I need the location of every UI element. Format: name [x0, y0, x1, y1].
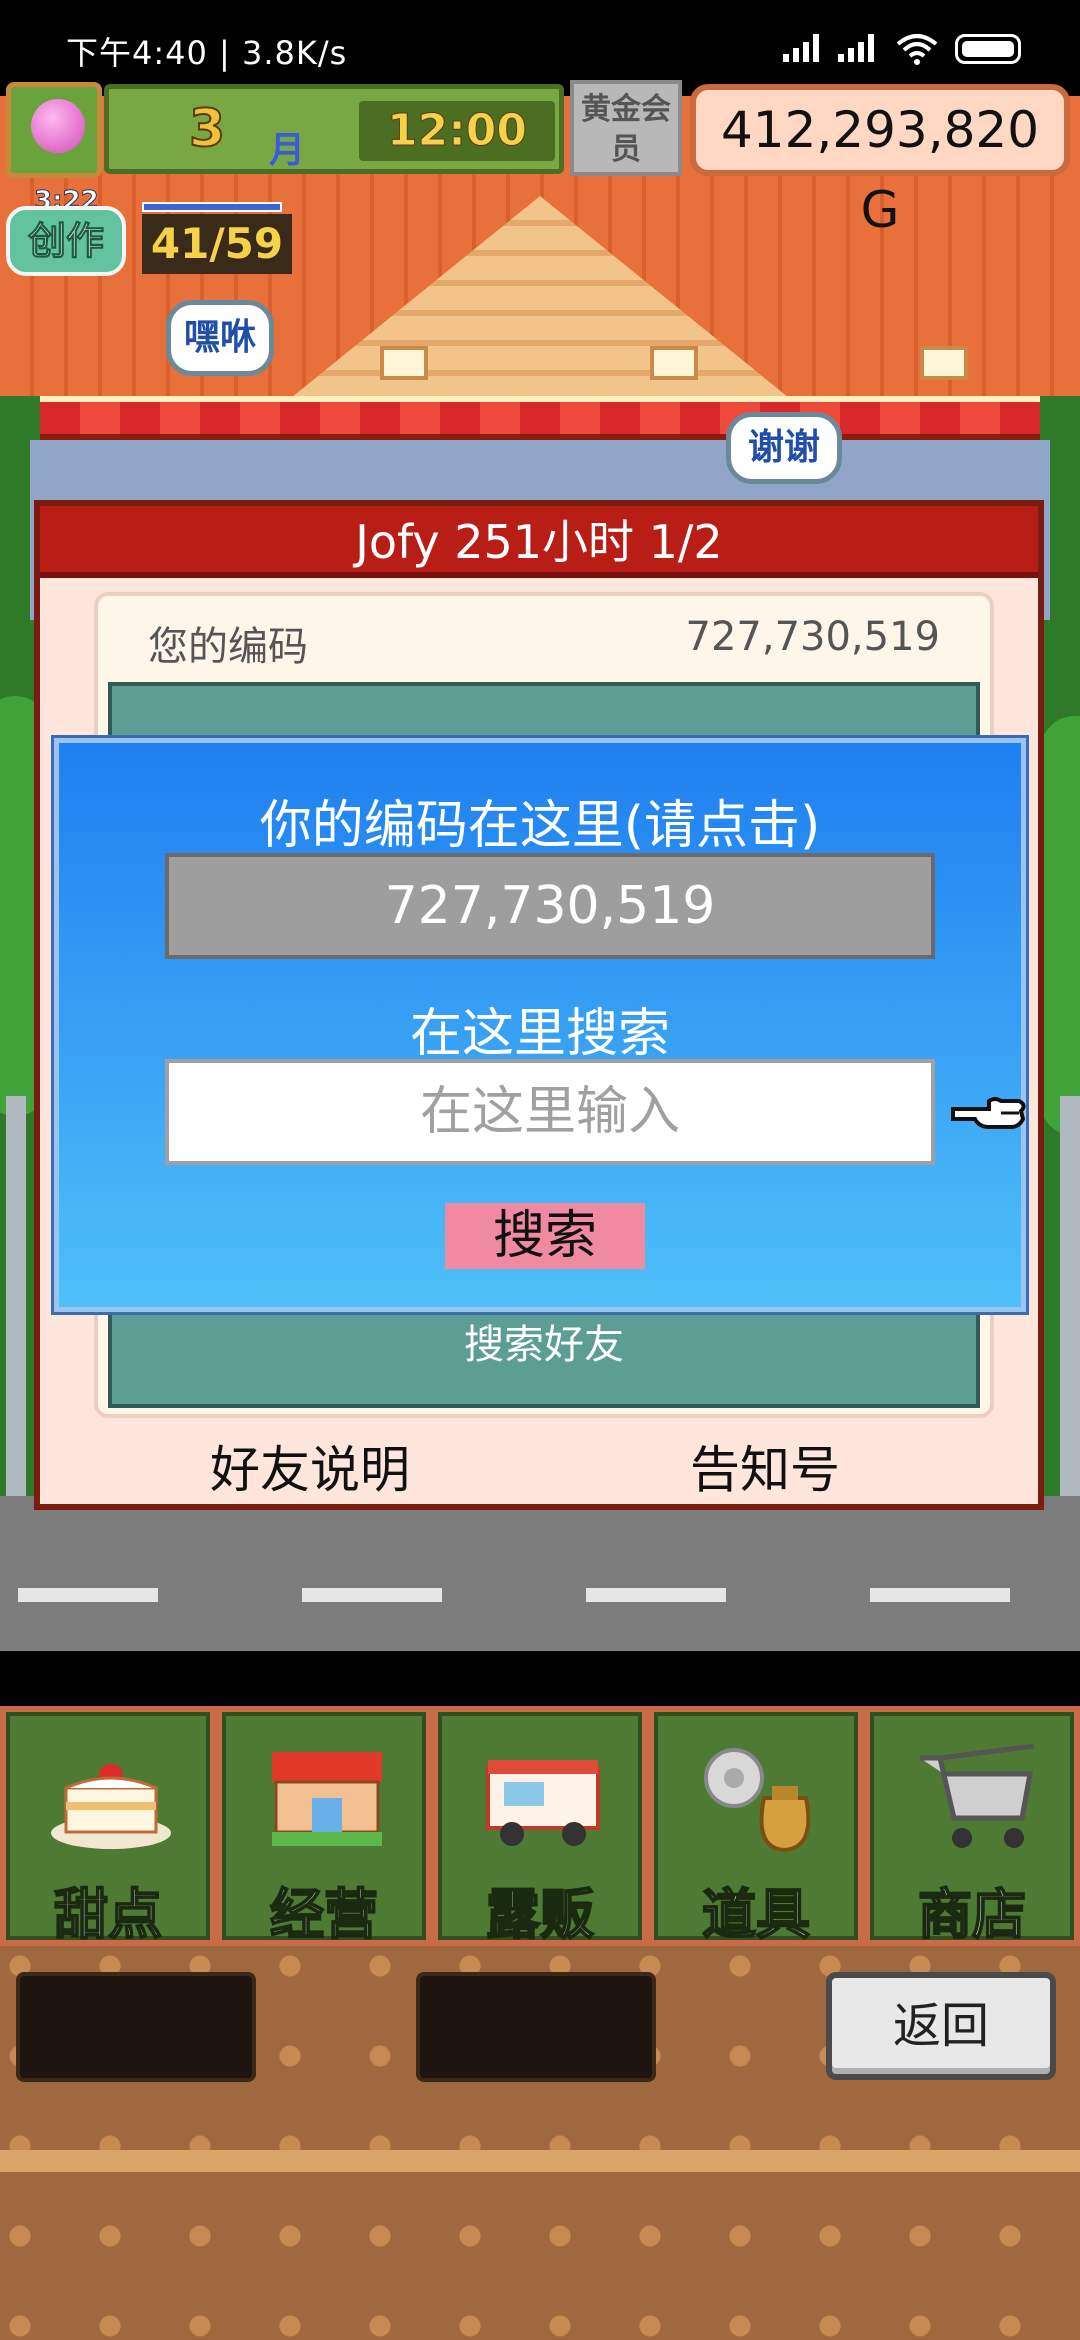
road: [0, 1496, 1080, 1651]
speech-bubble: 嘿咻: [166, 300, 274, 376]
fence-post: [6, 1096, 26, 1496]
food-truck-icon: [486, 1760, 600, 1846]
menu-item-label: 露贩: [485, 1882, 595, 1947]
shopping-cart-icon: [920, 1743, 1035, 1848]
shop-awning: [40, 396, 1040, 440]
menu-item-manage[interactable]: 经营: [216, 1706, 432, 1947]
menu-item-label: 经营: [269, 1882, 379, 1947]
status-bar: 下午4:40 | 3.8K/s: [0, 0, 1080, 96]
store-icon: [272, 1752, 382, 1846]
menu-item-stall[interactable]: 露贩: [432, 1706, 648, 1947]
create-progress-bar: [142, 202, 282, 212]
flower-icon: [31, 99, 85, 153]
notice-button[interactable]: 告知号: [690, 1430, 840, 1502]
search-title: 在这里搜索: [409, 1004, 670, 1064]
cake-icon: [51, 1764, 171, 1849]
roof-window: [650, 346, 698, 380]
empty-slot[interactable]: [16, 1972, 256, 2082]
your-code-field[interactable]: 727,730,519: [165, 853, 935, 959]
gold-member-badge[interactable]: 黄金会员: [570, 80, 682, 176]
your-code-label: 您的编码: [148, 624, 308, 670]
wifi-icon: [896, 34, 938, 65]
items-bag-icon: [704, 1748, 811, 1853]
menu-item-shop[interactable]: 商店: [864, 1706, 1080, 1947]
flower-button[interactable]: [6, 82, 102, 178]
cellular-signal-2-icon: [838, 32, 874, 66]
empty-slot[interactable]: [416, 1972, 656, 2082]
create-status[interactable]: 3:22 创作 41/59: [6, 186, 296, 286]
create-count: 41/59: [142, 214, 292, 274]
code-search-dialog: 你的编码在这里(请点击) 727,730,519 在这里搜索 在这里输入 搜索: [54, 738, 1026, 1312]
friend-help-button[interactable]: 好友说明: [210, 1430, 410, 1502]
friend-panel-header: Jofy 251小时 1/2: [40, 506, 1038, 578]
status-time: 下午4:40 | 3.8K/s: [66, 34, 348, 72]
roof-window: [380, 346, 428, 380]
date-panel: 3 月 12:00: [104, 84, 564, 174]
search-friend-button[interactable]: 搜索好友: [112, 1312, 976, 1370]
your-code-value: 727,730,519: [685, 614, 940, 660]
month-number: 3: [188, 98, 226, 160]
bottom-menu: 甜点 经营 露贩 道具 商店: [0, 1706, 1080, 1947]
menu-item-label: 道具: [701, 1882, 811, 1947]
game-clock: 12:00: [359, 101, 555, 161]
roof-window: [920, 346, 968, 380]
menu-item-label: 甜点: [53, 1882, 163, 1947]
fence-post: [1060, 1096, 1080, 1496]
divider: [0, 1651, 1080, 1706]
menu-item-label: 商店: [917, 1882, 1027, 1947]
search-button[interactable]: 搜索: [445, 1203, 645, 1269]
dialog-title: 你的编码在这里(请点击): [259, 796, 821, 856]
menu-item-items[interactable]: 道具: [648, 1706, 864, 1947]
pointing-hand-icon: [951, 1097, 1026, 1129]
money-display: 412,293,820 G: [690, 84, 1070, 239]
speech-bubble: 谢谢: [726, 412, 842, 484]
menu-item-dessert[interactable]: 甜点: [0, 1706, 216, 1947]
your-code-row: 您的编码 727,730,519: [98, 596, 990, 676]
search-input[interactable]: 在这里输入: [165, 1059, 935, 1165]
panel-divider: [0, 2150, 1080, 2172]
friend-panel-footer: 好友说明 告知号: [40, 1422, 1038, 1502]
tree: [1040, 716, 1080, 1136]
month-label: 月: [269, 130, 306, 171]
back-button[interactable]: 返回: [826, 1972, 1056, 2080]
battery-icon: [955, 34, 1021, 64]
cellular-signal-icon: [783, 32, 819, 66]
create-badge: 创作: [6, 206, 126, 276]
